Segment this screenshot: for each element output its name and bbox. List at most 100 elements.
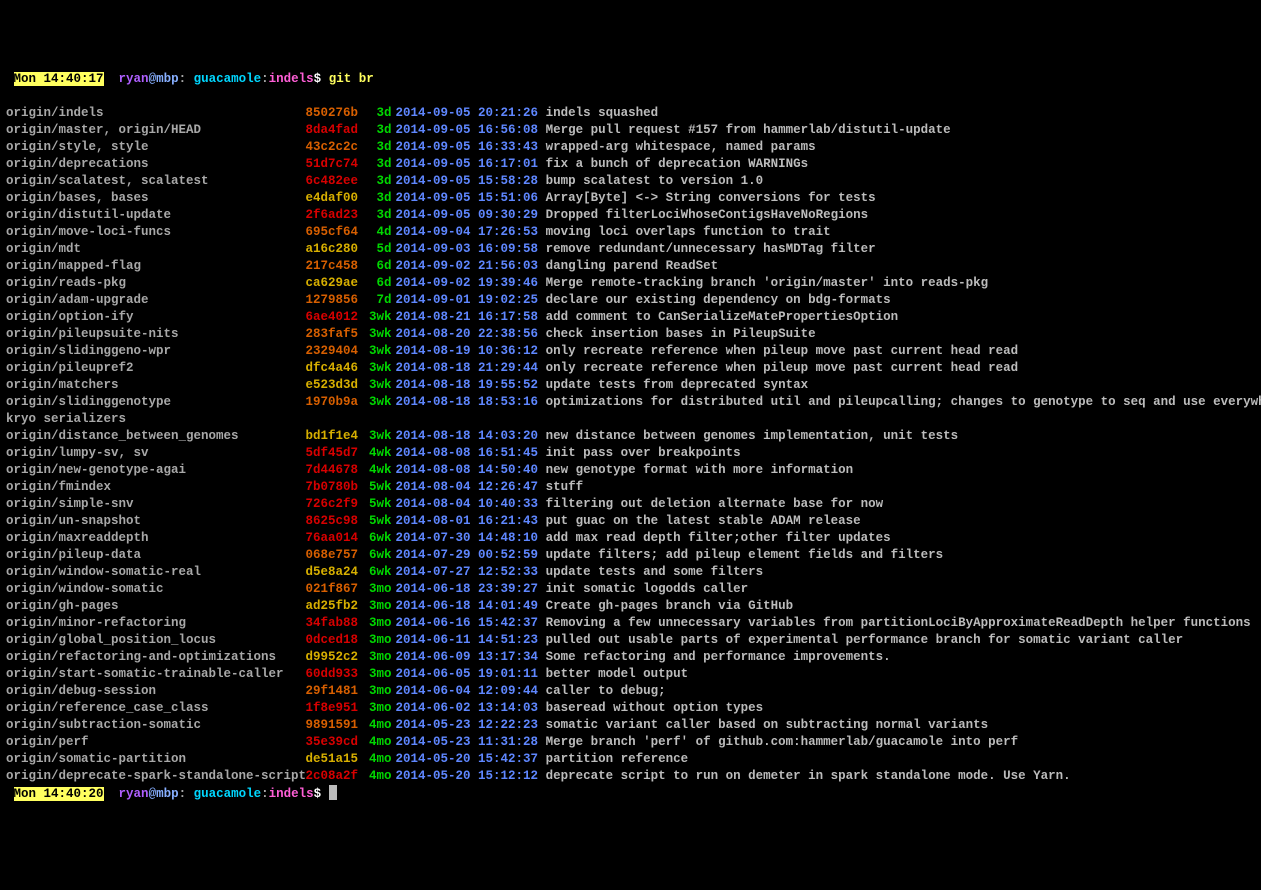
commit-message: init pass over breakpoints bbox=[546, 446, 741, 460]
commit-message: deprecate script to run on demeter in sp… bbox=[546, 769, 1071, 783]
commit-message: update tests and some filters bbox=[546, 565, 764, 579]
branch-name: origin/reference_case_class bbox=[6, 700, 302, 717]
branch-name: origin/simple-snv bbox=[6, 496, 302, 513]
user: ryan bbox=[119, 72, 149, 86]
branch-row: origin/slidinggeno-wpr2329404 3wk2014-08… bbox=[6, 343, 1255, 360]
date: 2014-09-02 21:56:03 bbox=[396, 259, 539, 273]
date: 2014-05-20 15:42:37 bbox=[396, 752, 539, 766]
commit-hash: 29f1481 bbox=[302, 683, 358, 700]
commit-message: better model output bbox=[546, 667, 689, 681]
date: 2014-08-04 10:40:33 bbox=[396, 497, 539, 511]
age: 4d bbox=[366, 224, 396, 241]
commit-hash: dfc4a46 bbox=[302, 360, 358, 377]
date: 2014-09-01 19:02:25 bbox=[396, 293, 539, 307]
commit-hash: 850276b bbox=[302, 105, 358, 122]
commit-message: wrapped-arg whitespace, named params bbox=[546, 140, 816, 154]
age: 3mo bbox=[366, 683, 396, 700]
timestamp: Mon 14:40:17 bbox=[14, 72, 104, 86]
branch-name: origin/matchers bbox=[6, 377, 302, 394]
age: 5wk bbox=[366, 513, 396, 530]
branch-row: origin/reads-pkgca629ae 6d2014-09-02 19:… bbox=[6, 275, 1255, 292]
commit-message: filtering out deletion alternate base fo… bbox=[546, 497, 884, 511]
branch-name: origin/deprecations bbox=[6, 156, 302, 173]
commit-hash: 1279856 bbox=[302, 292, 358, 309]
commit-hash: 7d44678 bbox=[302, 462, 358, 479]
age: 7d bbox=[366, 292, 396, 309]
branch-row: origin/start-somatic-trainable-caller60d… bbox=[6, 666, 1255, 683]
branch-name: origin/style, style bbox=[6, 139, 302, 156]
commit-hash: 021f867 bbox=[302, 581, 358, 598]
commit-message: put guac on the latest stable ADAM relea… bbox=[546, 514, 861, 528]
commit-message: add comment to CanSerializeMatePropertie… bbox=[546, 310, 899, 324]
commit-message-wrap: kryo serializers bbox=[6, 411, 1255, 428]
age: 3d bbox=[366, 173, 396, 190]
age: 3d bbox=[366, 105, 396, 122]
commit-hash: 068e757 bbox=[302, 547, 358, 564]
branch-row: origin/pileupref2dfc4a46 3wk2014-08-18 2… bbox=[6, 360, 1255, 377]
age: 6d bbox=[366, 275, 396, 292]
date: 2014-08-08 16:51:45 bbox=[396, 446, 539, 460]
date: 2014-05-23 11:31:28 bbox=[396, 735, 539, 749]
commit-message: dangling parend ReadSet bbox=[546, 259, 719, 273]
blank-line bbox=[6, 88, 1255, 105]
branch-name: origin/start-somatic-trainable-caller bbox=[6, 666, 302, 683]
prompt-line: Mon 14:40:20 ryan@mbp: guacamole:indels$ bbox=[6, 785, 1255, 803]
branch-name: origin/distance_between_genomes bbox=[6, 428, 302, 445]
branch-name: origin/move-loci-funcs bbox=[6, 224, 302, 241]
commit-hash: 726c2f9 bbox=[302, 496, 358, 513]
branch-name: origin/lumpy-sv, sv bbox=[6, 445, 302, 462]
branch-name: origin/slidinggenotype bbox=[6, 394, 302, 411]
branch-name: origin/reads-pkg bbox=[6, 275, 302, 292]
branch-name: origin/fmindex bbox=[6, 479, 302, 496]
branch-row: origin/debug-session29f1481 3mo2014-06-0… bbox=[6, 683, 1255, 700]
branch-name: origin/un-snapshot bbox=[6, 513, 302, 530]
branch-name: origin/mapped-flag bbox=[6, 258, 302, 275]
terminal[interactable]: Mon 14:40:17 ryan@mbp: guacamole:indels$… bbox=[6, 71, 1255, 803]
commit-message: remove redundant/unnecessary hasMDTag fi… bbox=[546, 242, 876, 256]
commit-message: only recreate reference when pileup move… bbox=[546, 361, 1019, 375]
branch-name: origin/slidinggeno-wpr bbox=[6, 343, 302, 360]
date: 2014-08-20 22:38:56 bbox=[396, 327, 539, 341]
age: 3d bbox=[366, 190, 396, 207]
date: 2014-09-05 15:58:28 bbox=[396, 174, 539, 188]
date: 2014-06-09 13:17:34 bbox=[396, 650, 539, 664]
commit-message: baseread without option types bbox=[546, 701, 764, 715]
commit-message: Merge branch 'perf' of github.com:hammer… bbox=[546, 735, 1019, 749]
commit-hash: 7b0780b bbox=[302, 479, 358, 496]
date: 2014-09-03 16:09:58 bbox=[396, 242, 539, 256]
commit-message: bump scalatest to version 1.0 bbox=[546, 174, 764, 188]
user: ryan bbox=[119, 787, 149, 801]
branch-name: origin/gh-pages bbox=[6, 598, 302, 615]
host: mbp bbox=[156, 72, 179, 86]
branch-row: origin/move-loci-funcs695cf64 4d2014-09-… bbox=[6, 224, 1255, 241]
age: 5wk bbox=[366, 479, 396, 496]
branch-name: origin/maxreaddepth bbox=[6, 530, 302, 547]
date: 2014-08-19 10:36:12 bbox=[396, 344, 539, 358]
date: 2014-09-05 20:21:26 bbox=[396, 106, 539, 120]
commit-message: check insertion bases in PileupSuite bbox=[546, 327, 816, 341]
branch-row: origin/matcherse523d3d 3wk2014-08-18 19:… bbox=[6, 377, 1255, 394]
branch-row: origin/style, style43c2c2c 3d2014-09-05 … bbox=[6, 139, 1255, 156]
age: 3d bbox=[366, 122, 396, 139]
branch-row: origin/fmindex7b0780b 5wk2014-08-04 12:2… bbox=[6, 479, 1255, 496]
command[interactable]: git br bbox=[329, 72, 374, 86]
git-branch: indels bbox=[269, 72, 314, 86]
age: 3mo bbox=[366, 649, 396, 666]
date: 2014-06-11 14:51:23 bbox=[396, 633, 539, 647]
date: 2014-05-23 12:22:23 bbox=[396, 718, 539, 732]
commit-message: init somatic logodds caller bbox=[546, 582, 749, 596]
branch-name: origin/debug-session bbox=[6, 683, 302, 700]
branch-name: origin/option-ify bbox=[6, 309, 302, 326]
branch-name: origin/new-genotype-agai bbox=[6, 462, 302, 479]
commit-message: Dropped filterLociWhoseContigsHaveNoRegi… bbox=[546, 208, 869, 222]
age: 6d bbox=[366, 258, 396, 275]
commit-message: Some refactoring and performance improve… bbox=[546, 650, 891, 664]
branch-row: origin/deprecations51d7c74 3d2014-09-05 … bbox=[6, 156, 1255, 173]
commit-hash: 6ae4012 bbox=[302, 309, 358, 326]
age: 4wk bbox=[366, 445, 396, 462]
age: 3mo bbox=[366, 700, 396, 717]
branch-name: origin/master, origin/HEAD bbox=[6, 122, 302, 139]
branch-name: origin/mdt bbox=[6, 241, 302, 258]
branch-row: origin/slidinggenotype1970b9a 3wk2014-08… bbox=[6, 394, 1255, 411]
commit-message: add max read depth filter;other filter u… bbox=[546, 531, 891, 545]
